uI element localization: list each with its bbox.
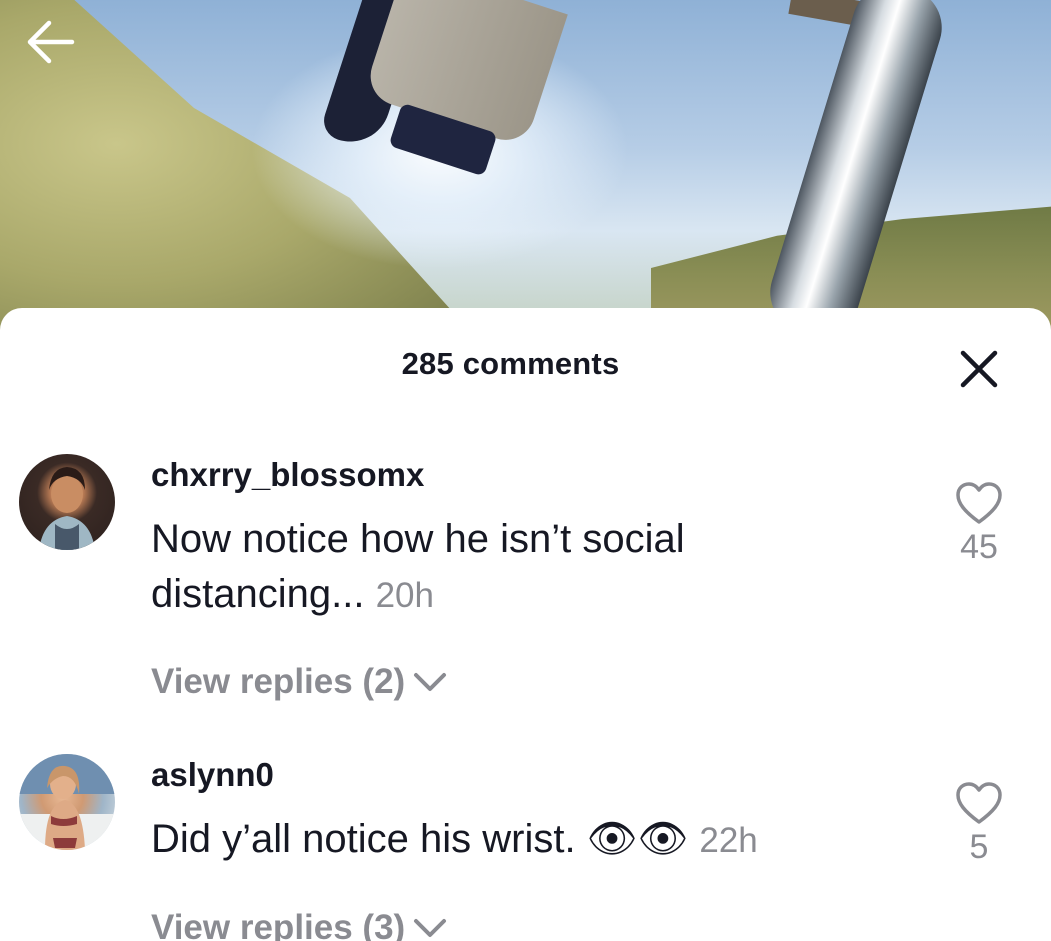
view-replies-button[interactable]: View replies (3) xyxy=(151,908,447,941)
comment-timestamp: 20h xyxy=(375,576,434,615)
comment-item: chxrry_blossomx Now notice how he isn’t … xyxy=(0,448,1051,718)
comment-text: Did y’all notice his wrist. 👁👁 22h xyxy=(151,812,881,868)
comment-username[interactable]: aslynn0 xyxy=(151,756,274,794)
comment-username[interactable]: chxrry_blossomx xyxy=(151,456,424,494)
video-player[interactable] xyxy=(0,0,1051,330)
comments-sheet: 285 comments chxrry_blossomx Now notice … xyxy=(0,308,1051,941)
heart-outline-icon xyxy=(956,782,1002,824)
arrow-left-icon xyxy=(27,20,75,64)
comment-text: Now notice how he isn’t social distancin… xyxy=(151,512,881,623)
comment-body: Did y’all notice his wrist. 👁👁 xyxy=(151,817,689,861)
view-replies-label: View replies (2) xyxy=(151,662,406,701)
like-count: 5 xyxy=(969,828,989,866)
chevron-down-icon xyxy=(414,673,447,691)
comment-item: aslynn0 Did y’all notice his wrist. 👁👁 2… xyxy=(0,748,1051,941)
like-button[interactable]: 45 xyxy=(948,480,1010,567)
chevron-down-icon xyxy=(414,919,447,937)
view-replies-button[interactable]: View replies (2) xyxy=(151,662,447,702)
back-button[interactable] xyxy=(22,12,82,72)
like-button[interactable]: 5 xyxy=(948,780,1010,867)
comment-timestamp: 22h xyxy=(699,821,758,860)
avatar[interactable] xyxy=(19,454,115,550)
like-count: 45 xyxy=(960,528,998,566)
close-icon xyxy=(960,350,998,388)
close-comments-button[interactable] xyxy=(958,348,1000,390)
comments-count-title: 285 comments xyxy=(401,346,620,381)
heart-outline-icon xyxy=(956,482,1002,524)
avatar[interactable] xyxy=(19,754,115,850)
view-replies-label: View replies (3) xyxy=(151,908,406,941)
